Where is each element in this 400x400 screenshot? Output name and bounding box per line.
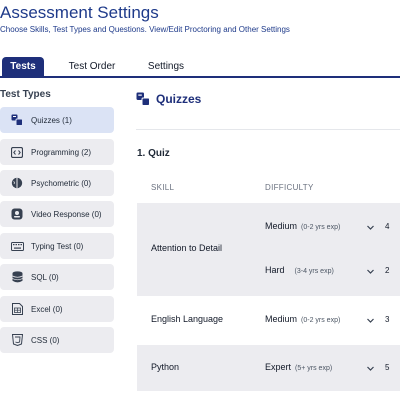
chevron-down-icon[interactable] xyxy=(366,223,375,232)
difficulty-value: Hard xyxy=(265,265,285,275)
question-count[interactable]: 3 xyxy=(385,315,389,324)
sidebar-item-sql[interactable]: SQL (0) xyxy=(0,264,114,290)
question-count[interactable]: 2 xyxy=(385,266,389,275)
chevron-down-icon[interactable] xyxy=(366,364,375,373)
experience-range: (0-2 yrs exp) xyxy=(301,317,341,324)
sidebar-item-label: SQL (0) xyxy=(31,272,59,282)
difficulty-select[interactable]: Medium (0-2 yrs exp) xyxy=(265,221,340,231)
chevron-down-icon[interactable] xyxy=(366,316,375,325)
skill-name: English Language xyxy=(151,314,224,324)
sidebar-item-label: Video Response (0) xyxy=(31,209,102,219)
sidebar-item-label: Typing Test (0) xyxy=(31,241,84,251)
sidebar-item-label: Excel (0) xyxy=(31,304,63,314)
page-title: Assessment Settings xyxy=(0,3,159,22)
experience-range: (0-2 yrs exp) xyxy=(301,224,341,231)
difficulty-select[interactable]: Medium (0-2 yrs exp) xyxy=(265,314,340,324)
tab-tests[interactable]: Tests xyxy=(2,57,44,77)
sidebar-item-programming[interactable]: Programming (2) xyxy=(0,139,114,165)
page-subtitle: Choose Skills, Test Types and Questions.… xyxy=(0,25,290,34)
sidebar-item-css[interactable]: CSS (0) xyxy=(0,327,114,353)
quiz-icon xyxy=(10,113,24,127)
column-header-skill: SKILL xyxy=(151,183,175,192)
tab-settings[interactable]: Settings xyxy=(138,57,194,77)
tab-bar: Tests Test Order Settings xyxy=(0,56,400,78)
sidebar-title: Test Types xyxy=(0,89,51,100)
difficulty-select[interactable]: Expert (5+ yrs exp) xyxy=(265,362,332,372)
sidebar-item-typing-test[interactable]: Typing Test (0) xyxy=(0,233,114,259)
difficulty-value: Expert xyxy=(265,362,292,372)
keyboard-icon xyxy=(10,239,24,253)
quiz-icon xyxy=(136,92,150,106)
question-count[interactable]: 4 xyxy=(385,222,389,231)
code-icon xyxy=(10,145,24,159)
experience-range: (3-4 yrs exp) xyxy=(294,268,334,275)
tab-test-order[interactable]: Test Order xyxy=(60,57,124,77)
sidebar-item-label: Quizzes (1) xyxy=(31,115,72,125)
chevron-down-icon[interactable] xyxy=(366,267,375,276)
sidebar-item-video-response[interactable]: Video Response (0) xyxy=(0,201,114,227)
skill-name: Attention to Detail xyxy=(151,243,223,253)
sidebar-item-psychometric[interactable]: Psychometric (0) xyxy=(0,170,114,196)
difficulty-value: Medium xyxy=(265,221,298,231)
sidebar-item-label: CSS (0) xyxy=(31,335,60,345)
video-icon xyxy=(10,207,24,221)
divider xyxy=(136,129,400,130)
question-count[interactable]: 5 xyxy=(385,363,389,372)
quiz-heading: 1. Quiz xyxy=(137,148,170,159)
brain-icon xyxy=(10,176,24,190)
column-header-difficulty: DIFFICULTY xyxy=(265,183,314,192)
sidebar-item-excel[interactable]: Excel (0) xyxy=(0,296,114,322)
section-title: Quizzes xyxy=(136,92,201,106)
section-title-text: Quizzes xyxy=(156,92,202,106)
sidebar-item-label: Programming (2) xyxy=(31,147,92,157)
difficulty-value: Medium xyxy=(265,314,298,324)
experience-range: (5+ yrs exp) xyxy=(295,365,333,372)
difficulty-select[interactable]: Hard (3-4 yrs exp) xyxy=(265,265,334,275)
excel-icon xyxy=(10,302,24,316)
css-icon xyxy=(10,333,24,347)
sidebar-item-label: Psychometric (0) xyxy=(31,178,92,188)
database-icon xyxy=(10,270,24,284)
sidebar-item-quizzes[interactable]: Quizzes (1) xyxy=(0,107,114,133)
skill-name: Python xyxy=(151,362,180,372)
